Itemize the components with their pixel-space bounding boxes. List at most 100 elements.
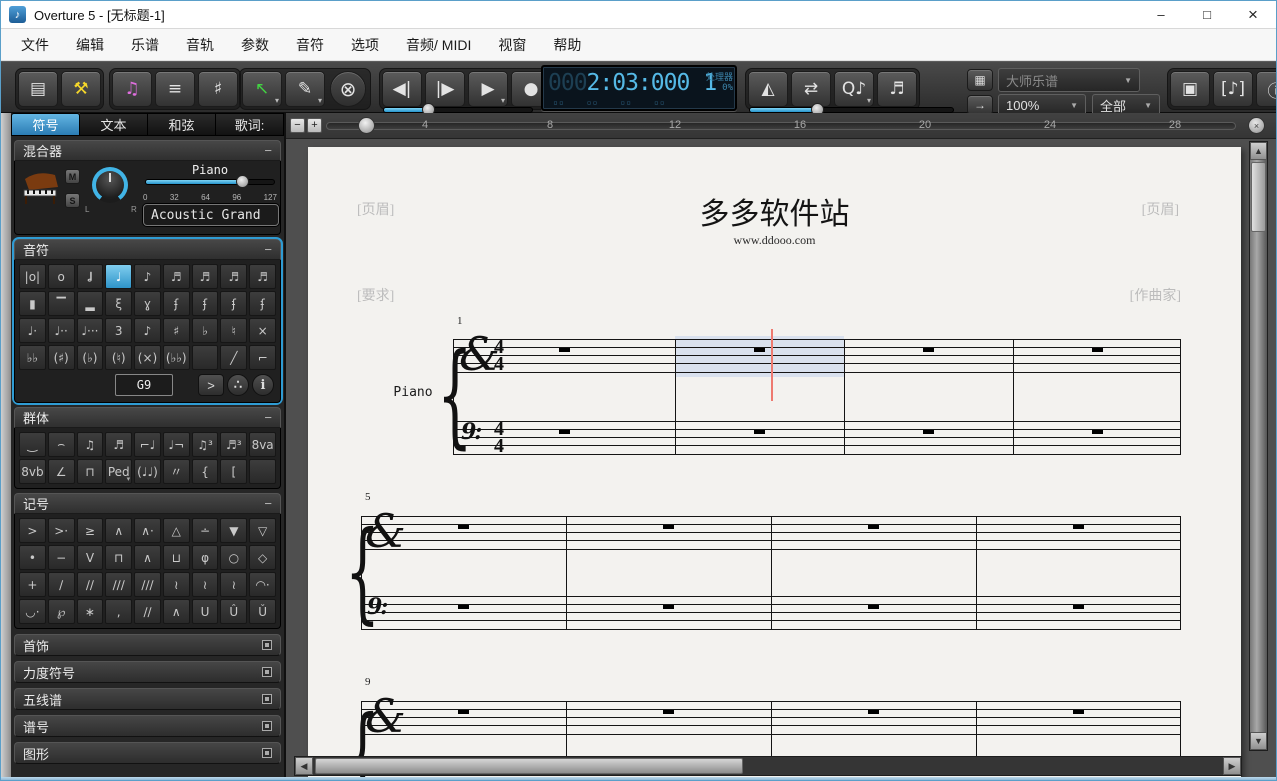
notes-panel-header[interactable]: 音符 − (14, 239, 281, 260)
eighth-note[interactable]: ♪ (134, 264, 161, 289)
tab-text[interactable]: 文本 (80, 113, 148, 136)
notation-view-button[interactable]: ♫ (112, 71, 152, 107)
menu-item[interactable]: 视窗 (498, 35, 526, 55)
wedge-filled[interactable]: ▼ (220, 518, 247, 543)
menu-item[interactable]: 音符 (296, 35, 324, 55)
cross-staff-up[interactable]: ♩¬ (163, 432, 190, 457)
half-note[interactable]: ♩ (77, 264, 104, 289)
breath-mark[interactable]: , (105, 599, 132, 624)
u-mark[interactable]: U (192, 599, 219, 624)
triplet-sixteenths[interactable]: ♬³ (220, 432, 247, 457)
open-string[interactable]: ○ (220, 545, 247, 570)
brace-group[interactable]: { (192, 459, 219, 484)
sharp[interactable]: ♯ (163, 318, 190, 343)
eraser-tool-button[interactable]: ⊗ (330, 71, 366, 107)
harmonic[interactable]: ◇ (249, 545, 276, 570)
goto-button[interactable]: → (967, 95, 993, 115)
menu-item[interactable]: 音轨 (186, 35, 214, 55)
menu-item[interactable]: 乐谱 (131, 35, 159, 55)
u-with-caret[interactable]: Ǔ (249, 599, 276, 624)
fermata-over-u[interactable]: Û (220, 599, 247, 624)
staff-settings-button[interactable]: ♬ (877, 71, 917, 107)
scroll-down-button[interactable]: ▼ (1250, 732, 1267, 750)
section-clefs[interactable]: 谱号 (14, 715, 281, 737)
solo-button[interactable]: S (65, 193, 80, 208)
staccato[interactable]: • (19, 545, 46, 570)
patch-name-box[interactable]: Acoustic Grand (143, 204, 279, 226)
score-subtitle[interactable]: www.ddooo.com (308, 233, 1241, 248)
marcato-open[interactable]: △ (163, 518, 190, 543)
arpeggio-down[interactable]: ≀ (220, 572, 247, 597)
score-page[interactable]: [页眉] [页眉] 多多软件站 www.ddooo.com [要求] [作曲家]… (308, 147, 1241, 777)
caret-small[interactable]: ∧ (163, 599, 190, 624)
menu-item[interactable]: 参数 (241, 35, 269, 55)
menu-item[interactable]: 帮助 (553, 35, 581, 55)
ruler-thumb[interactable] (358, 117, 375, 134)
collapse-icon[interactable]: − (264, 410, 272, 425)
tremolo-beams[interactable]: 〃 (163, 459, 190, 484)
tools-button[interactable]: ⚒ (61, 71, 101, 107)
paren-natural[interactable]: (♮) (105, 345, 132, 370)
expand-icon[interactable] (262, 667, 272, 677)
thirty-second-note[interactable]: ♬ (192, 264, 219, 289)
arpeggio-up[interactable]: ≀ (192, 572, 219, 597)
menu-item[interactable]: 音频/ MIDI (406, 35, 471, 55)
play-button[interactable]: ▶ (468, 71, 508, 107)
scroll-right-button[interactable]: ▶ (1223, 757, 1241, 775)
bracket-mark[interactable]: ⊔ (163, 545, 190, 570)
stem-slash-down[interactable]: ⌐ (249, 345, 276, 370)
section-staves[interactable]: 五线谱 (14, 688, 281, 710)
plus-mark[interactable]: + (19, 572, 46, 597)
whole-rest[interactable]: ▔ (48, 291, 75, 316)
sixteenth-rest[interactable]: ʄ (163, 291, 190, 316)
midi-input-button[interactable]: ∴ (227, 374, 249, 396)
pedal[interactable]: Ped (105, 459, 132, 484)
strong-accent[interactable]: ≥ (77, 518, 104, 543)
paren-double-sharp[interactable]: (×) (134, 345, 161, 370)
one-twenty-eighth-note[interactable]: ♬ (249, 264, 276, 289)
eighth-rest[interactable]: ɣ (134, 291, 161, 316)
tie[interactable]: ‿ (19, 432, 46, 457)
flat[interactable]: ♭ (192, 318, 219, 343)
caret-mark[interactable]: ∧ (134, 545, 161, 570)
bracket-line[interactable]: ⊓ (77, 459, 104, 484)
ruler-zoom-in-button[interactable]: + (307, 118, 322, 133)
caesura[interactable]: ∕∕ (134, 599, 161, 624)
expand-icon[interactable] (262, 748, 272, 758)
maximize-button[interactable]: □ (1184, 1, 1230, 28)
whole-note[interactable]: o (48, 264, 75, 289)
paren-flat[interactable]: (♭) (77, 345, 104, 370)
tab-lyrics[interactable]: 歌词: (216, 113, 284, 136)
augmentation-dot[interactable]: ♩· (19, 318, 46, 343)
info-button[interactable]: ⓘ (1256, 71, 1277, 107)
rewind-button[interactable]: ◀| (382, 71, 422, 107)
requirement-field[interactable]: [要求] (357, 285, 394, 305)
double-flat[interactable]: ♭♭ (19, 345, 46, 370)
pan-knob[interactable] (92, 167, 128, 203)
tremolo-two[interactable]: ∕∕ (77, 572, 104, 597)
bracket-group[interactable]: [ (220, 459, 247, 484)
tremolo-one[interactable]: ∕ (48, 572, 75, 597)
collapse-icon[interactable]: − (264, 496, 272, 511)
print-button[interactable]: ▤ (18, 71, 58, 107)
section-dynamics[interactable]: 力度符号 (14, 661, 281, 683)
cross-staff-down[interactable]: ⌐♩ (134, 432, 161, 457)
section-graphics[interactable]: 图形 (14, 742, 281, 764)
score-title[interactable]: 多多软件站 (308, 189, 1241, 233)
quarter-note[interactable]: ♩ (105, 264, 132, 289)
empty-cell[interactable] (192, 345, 219, 370)
double-whole-note[interactable]: |o| (19, 264, 46, 289)
accent[interactable]: > (19, 518, 46, 543)
horizontal-scroll-track[interactable] (313, 757, 1223, 775)
chord-input[interactable] (115, 374, 173, 396)
sixty-fourth-note[interactable]: ♬ (220, 264, 247, 289)
accent-arrow-button[interactable]: > (198, 374, 224, 396)
sixty-fourth-rest[interactable]: ʄ (220, 291, 247, 316)
arpeggio[interactable]: ≀ (163, 572, 190, 597)
mixer-panel-header[interactable]: 混合器 − (14, 140, 281, 161)
collapse-icon[interactable]: − (264, 143, 272, 158)
wedge-open[interactable]: ▽ (249, 518, 276, 543)
tab-symbols[interactable]: 符号 (11, 113, 80, 136)
half-rest[interactable]: ▂ (77, 291, 104, 316)
down-bow[interactable]: ⊓ (105, 545, 132, 570)
